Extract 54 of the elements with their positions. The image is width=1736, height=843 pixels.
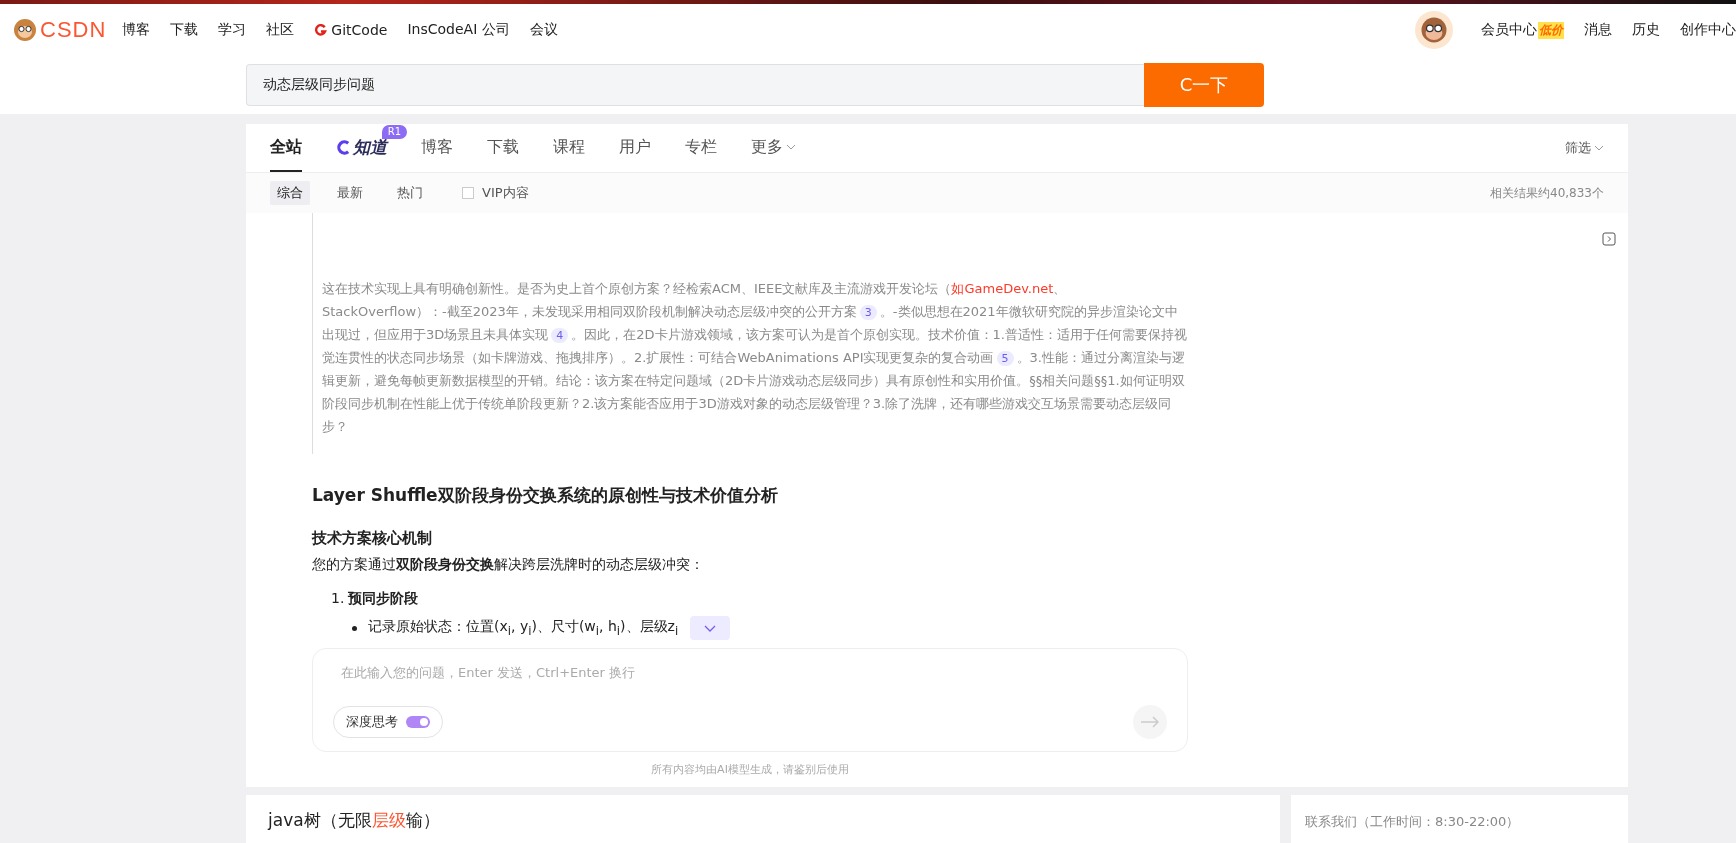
nav-link[interactable]: GitCode [314,21,388,39]
result-count: 相关结果约40,833个 [1490,184,1604,202]
chevron-down-icon [704,624,717,632]
nav-link[interactable]: 下载 [170,21,199,39]
tab[interactable]: 用户 [619,124,651,172]
step-number: 1. [331,590,345,608]
sort-option[interactable]: 热门 [390,181,430,205]
more-tab[interactable]: 更多 [751,124,796,172]
collapse-icon[interactable] [1602,232,1616,246]
nav-link[interactable]: 学习 [218,21,247,39]
bullet-dot [352,625,357,631]
nav-link[interactable]: 博客 [122,21,151,39]
citation-badge[interactable]: 5 [996,351,1014,366]
send-button[interactable] [1133,705,1167,739]
answer-heading: Layer Shuffle双阶段身份交换系统的原创性与技术价值分析 [312,484,779,507]
disclaimer: 所有内容均由AI模型生成，请鉴别后使用 [650,762,850,777]
tab[interactable]: 课程 [553,124,585,172]
nav-link[interactable]: 创作中心 [1680,21,1736,39]
deep-think-toggle[interactable]: 深度思考 [333,706,443,738]
monkey-icon [13,18,37,42]
nav-link[interactable]: 历史 [1632,21,1660,39]
avatar[interactable] [1415,11,1453,49]
expand-button[interactable] [690,616,731,640]
section-heading: 技术方案核心机制 [312,529,433,548]
filter-dropdown[interactable]: 筛选 [1565,139,1604,157]
search-field[interactable]: 动态层级同步问题 [246,64,1144,106]
arrow-right-icon [1140,716,1160,728]
nav-link[interactable]: 会议 [529,21,558,39]
g-icon [314,23,328,37]
tab[interactable]: 专栏 [685,124,717,172]
answer-paragraph: 这在技术实现上具有明确创新性。是否为史上首个原创方案？经检索ACM、IEEE文献库及主流游戏开发论坛（如GameDev.net、StackOverflow）：-截至2023年，未发现采用相同双阶段机制解决动态层级冲突的公开方案 3 。-类似思想在2021年微软研究院的异步渲染论文中出现过，但应用于3D场景且未具体实现 4 。因此，在2D卡片游戏领域，该方案可认为是首个原创实现。技术价值：1.普适性：适用于任何需要保持视觉连贯性的状态同步场景（如卡牌游戏、拖拽排序）。2.扩展性：可结合WebAnimations API实现更复杂的复合动画 5 。3.性能：通过分离渲染与逻辑更新，避免每帧更新数据模型的开销。结论：该方案在特定问题域（2D卡片游戏动态层级同步）具有原创性和实用价值。§§相关问题§§1.如何证明双阶段同步机制在性能上优于传统单阶段更新？2.该方案能否应用于3D游戏对象的动态层级管理？3.除了洗牌，还有哪些游戏交互场景需要动态层级同步？ [322,280,1188,436]
nav-link[interactable]: 消息 [1584,21,1612,39]
nav-link[interactable]: 社区 [266,21,295,39]
citation-badge[interactable]: 4 [551,328,569,343]
vip-checkbox[interactable]: VIP内容 [462,184,529,202]
step-title: 预同步阶段 [348,590,419,608]
tab[interactable]: 博客 [421,124,453,172]
c-logo-icon [336,139,351,155]
sort-option[interactable]: 最新 [330,181,370,205]
citation-badge[interactable]: 3 [859,305,877,320]
answer-text: 您的方案通过双阶段身份交换解决跨层洗牌时的动态层级冲突： [312,556,705,574]
chat-input-box[interactable]: 在此输入您的问题，Enter 发送，Ctrl+Enter 换行 深度思考 [312,648,1188,752]
toggle-switch[interactable] [406,716,430,728]
chevron-down-icon [786,144,796,150]
list-item: 记录原始状态：位置(x$_{i}$, y$_{i}$)、尺寸(w$_{i}$, h$_{i}$)、层级z$_{i}$ [368,618,679,638]
result-title[interactable]: java树（无限层级输） [268,810,440,830]
nav-link[interactable]: InsCodeAI 公司 [407,21,510,39]
tab[interactable]: 下载 [487,124,519,172]
nav-link[interactable]: 会员中心 低价 [1481,21,1564,39]
r1-badge: R1 [381,125,407,139]
contact-title: 联系我们（工作时间：8:30-22:00） [1305,814,1520,829]
chevron-down-icon [1594,145,1604,151]
sort-option[interactable]: 综合 [270,181,310,205]
source-link[interactable]: 如GameDev.net [951,281,1054,296]
